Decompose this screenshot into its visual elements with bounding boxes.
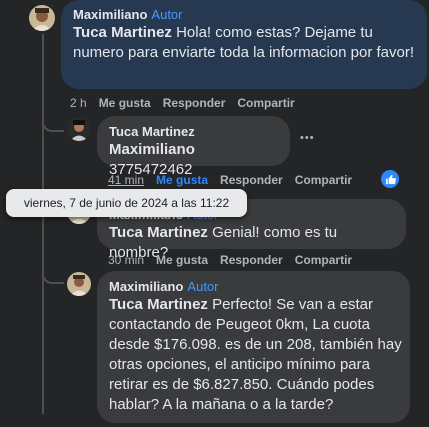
mention-link[interactable]: Tuca Martinez: [73, 24, 172, 41]
share-button[interactable]: Compartir: [295, 172, 352, 188]
comment-time[interactable]: 2 h: [70, 95, 87, 111]
thread-line: [42, 34, 44, 414]
thread-connector: [42, 112, 64, 132]
like-button[interactable]: Me gusta: [156, 172, 208, 188]
mention-link[interactable]: Maximiliano: [109, 141, 195, 158]
comment-text: Tuca Martinez Hola! como estas? Dejame t…: [73, 24, 415, 61]
mention-link[interactable]: Tuca Martinez: [109, 224, 208, 241]
comment-author[interactable]: MaximilianoAutor: [73, 7, 415, 23]
comment-bubble: Tuca Martinez Maximiliano 3775472462: [97, 116, 290, 178]
like-button[interactable]: Me gusta: [156, 252, 208, 268]
comment-actions: 2 h Me gusta Responder Compartir: [70, 95, 307, 111]
thread-connector: [42, 250, 64, 284]
avatar[interactable]: [29, 5, 55, 31]
comment-author[interactable]: Tuca Martinez: [109, 124, 278, 140]
comment-bubble: Maximiliano Autor Tuca Martinez Perfecto!…: [97, 271, 410, 423]
comment-actions: 41 min Me gusta Responder Compartir: [108, 172, 364, 188]
comment-text: Tuca Martinez Perfecto! Se van a estar c…: [109, 296, 402, 413]
like-button[interactable]: Me gusta: [99, 95, 151, 111]
reply-button[interactable]: Responder: [220, 172, 283, 188]
comment-time[interactable]: 41 min: [108, 172, 144, 188]
comment-author[interactable]: MaximilianoAutor: [109, 279, 398, 295]
comment-time[interactable]: 30 min: [108, 252, 144, 268]
comment-actions: 30 min Me gusta Responder Compartir: [108, 252, 364, 268]
timestamp-tooltip: viernes, 7 de junio de 2024 a las 11:22: [6, 189, 247, 217]
share-button[interactable]: Compartir: [237, 95, 294, 111]
thumbs-up-icon[interactable]: [381, 170, 399, 188]
avatar[interactable]: [67, 117, 91, 141]
mention-link[interactable]: Tuca Martinez: [109, 296, 208, 313]
reply-button[interactable]: Responder: [163, 95, 226, 111]
reply-button[interactable]: Responder: [220, 252, 283, 268]
share-button[interactable]: Compartir: [295, 252, 352, 268]
comment-bubble: Maximiliano Autor Tuca Martinez Hola! com…: [61, 0, 427, 89]
avatar[interactable]: [67, 272, 91, 296]
more-options-icon[interactable]: •••: [300, 132, 315, 144]
author-badge: Autor: [151, 7, 183, 22]
author-badge: Autor: [187, 279, 219, 294]
